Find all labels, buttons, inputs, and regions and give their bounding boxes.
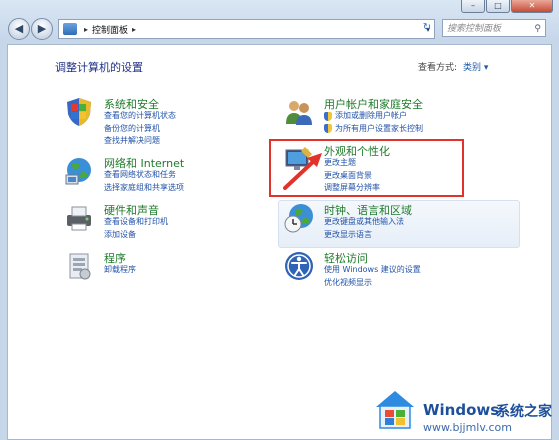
page-title: 调整计算机的设置: [55, 61, 143, 74]
view-by-dropdown[interactable]: 类别 ▾: [463, 63, 488, 73]
watermark-site-name: 系统之家: [496, 404, 552, 420]
category-links: 查看网络状态和任务 选择家庭组和共享选项: [104, 169, 184, 194]
users-icon: [286, 101, 312, 125]
category-links: 查看设备和打印机 添加设备: [104, 216, 168, 241]
view-by: 查看方式: 类别 ▾: [418, 60, 488, 73]
accessibility-icon: [285, 252, 313, 280]
back-button[interactable]: ◀: [8, 18, 30, 40]
link-homegroup[interactable]: 选择家庭组和共享选项: [104, 182, 184, 195]
breadcrumb-chevron-icon[interactable]: ▸: [132, 25, 136, 34]
address-bar[interactable]: ▸ 控制面板 ▸ ▾: [58, 19, 435, 39]
maximize-button[interactable]: □: [486, 0, 510, 13]
title-bar: – □ ✕: [0, 0, 559, 14]
forward-button[interactable]: ▶: [31, 18, 53, 40]
globe-network-icon: [65, 158, 91, 185]
search-icon[interactable]: ⚲: [534, 20, 541, 38]
category-links: 查看您的计算机状态 备份您的计算机 查找并解决问题: [104, 110, 176, 148]
category-links: 使用 Windows 建议的设置 优化视频显示: [324, 264, 421, 289]
programs-icon: [69, 253, 91, 280]
navigation-bar: ◀ ▶ ▸ 控制面板 ▸ ▾ ↻ 搜索控制面板 ⚲: [0, 15, 559, 43]
breadcrumb-chevron-icon: ▸: [84, 24, 89, 34]
link-troubleshoot[interactable]: 查找并解决问题: [104, 135, 176, 148]
link-view-status[interactable]: 查看您的计算机状态: [104, 110, 176, 123]
close-button[interactable]: ✕: [511, 0, 553, 13]
windows-logo-icon: [376, 391, 414, 429]
search-placeholder: 搜索控制面板: [447, 24, 502, 34]
category-links: 添加或删除用户帐户 为所有用户设置家长控制: [324, 110, 423, 135]
control-panel-icon: [63, 23, 77, 35]
link-parental-controls[interactable]: 为所有用户设置家长控制: [324, 123, 423, 136]
link-label: 添加或删除用户帐户: [335, 111, 407, 120]
uac-shield-icon: [324, 111, 332, 121]
uac-shield-icon: [324, 124, 332, 134]
link-add-device[interactable]: 添加设备: [104, 229, 168, 242]
link-optimize-display[interactable]: 优化视频显示: [324, 277, 421, 290]
printer-icon: [67, 206, 91, 231]
link-recommended-settings[interactable]: 使用 Windows 建议的设置: [324, 264, 421, 277]
link-backup[interactable]: 备份您的计算机: [104, 123, 176, 136]
breadcrumb-control-panel[interactable]: 控制面板: [92, 23, 128, 36]
refresh-icon[interactable]: ↻: [418, 19, 436, 37]
link-display-language[interactable]: 更改显示语言: [324, 229, 404, 242]
link-change-keyboard[interactable]: 更改键盘或其他输入法: [324, 216, 404, 229]
search-input[interactable]: 搜索控制面板 ⚲: [442, 19, 546, 37]
link-network-status[interactable]: 查看网络状态和任务: [104, 169, 184, 182]
link-add-remove-accounts[interactable]: 添加或删除用户帐户: [324, 110, 423, 123]
view-by-label: 查看方式:: [418, 63, 458, 73]
forward-arrow-icon: ▶: [37, 22, 47, 35]
minimize-button[interactable]: –: [461, 0, 485, 13]
back-arrow-icon: ◀: [14, 22, 24, 35]
watermark-brand: Windows: [423, 401, 500, 419]
watermark-url: www.bjjmlv.com: [423, 421, 512, 434]
category-links: 更改键盘或其他输入法 更改显示语言: [324, 216, 404, 241]
link-devices-printers[interactable]: 查看设备和打印机: [104, 216, 168, 229]
annotation-arrow-icon: [283, 153, 322, 190]
clock-globe-icon: [284, 204, 313, 233]
site-watermark: Windows 系统之家 www.bjjmlv.com: [368, 381, 556, 437]
window-controls: – □ ✕: [461, 0, 553, 13]
link-uninstall[interactable]: 卸载程序: [104, 264, 136, 277]
link-label: 为所有用户设置家长控制: [335, 123, 423, 133]
shield-flag-icon: [67, 98, 91, 126]
category-links: 卸载程序: [104, 264, 136, 277]
